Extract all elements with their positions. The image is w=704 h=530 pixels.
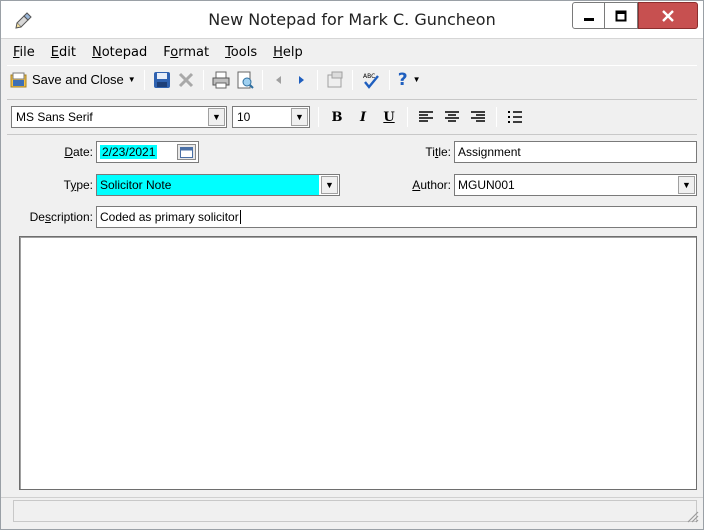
- toolbar-separator: [143, 69, 145, 90]
- help-question-icon: ?: [397, 69, 408, 90]
- align-right-icon: [471, 111, 485, 122]
- previous-arrow-icon: [275, 75, 281, 84]
- author-dropdown[interactable]: MGUN001 ▼: [454, 174, 697, 196]
- save-button[interactable]: [150, 68, 174, 92]
- toolbar-separator: [318, 107, 319, 127]
- description-label: Description:: [29, 210, 93, 224]
- print-icon: [212, 71, 230, 88]
- close-icon: [662, 9, 674, 22]
- save-and-close-button[interactable]: Save and Close ▼: [7, 68, 139, 92]
- save-close-icon: [10, 72, 27, 87]
- delete-button[interactable]: [174, 68, 198, 92]
- next-arrow-icon: [298, 75, 304, 84]
- type-value: Solicitor Note: [97, 175, 319, 195]
- author-label: Author:: [412, 178, 451, 192]
- minimize-button[interactable]: [572, 2, 605, 29]
- toolbar-separator: [261, 69, 263, 90]
- toolbar-separator: [202, 69, 204, 90]
- bold-button[interactable]: B: [326, 106, 348, 128]
- underline-button[interactable]: U: [378, 106, 400, 128]
- previous-button[interactable]: [268, 68, 290, 92]
- toolbar-separator: [407, 107, 408, 127]
- title-label: Title:: [425, 145, 451, 159]
- menu-help[interactable]: Help: [265, 45, 311, 60]
- menu-notepad[interactable]: Notepad: [84, 45, 155, 60]
- spell-check-text: ABC: [363, 73, 375, 80]
- save-icon: [153, 71, 170, 88]
- menu-tools[interactable]: Tools: [217, 45, 265, 60]
- text-cursor: [239, 210, 241, 224]
- menu-edit[interactable]: Edit: [43, 45, 84, 60]
- chevron-down-icon[interactable]: ▼: [208, 108, 225, 126]
- align-right-button[interactable]: [467, 106, 489, 128]
- align-center-button[interactable]: [441, 106, 463, 128]
- bullet-list-icon: [508, 111, 522, 123]
- notepad-window: New Notepad for Mark C. Guncheon File Ed…: [0, 0, 704, 530]
- italic-button[interactable]: I: [352, 106, 374, 128]
- maximize-button[interactable]: [605, 2, 638, 29]
- author-value: MGUN001: [458, 178, 515, 192]
- resize-grip-icon[interactable]: [685, 509, 699, 523]
- type-dropdown[interactable]: Solicitor Note ▼: [96, 174, 340, 196]
- date-field[interactable]: 2/23/2021: [96, 141, 199, 163]
- help-button[interactable]: ? ▼: [395, 68, 424, 92]
- note-body-textarea[interactable]: [19, 236, 697, 490]
- font-size-value: 10: [237, 110, 251, 124]
- print-preview-button[interactable]: [233, 68, 257, 92]
- minimize-icon: [583, 17, 594, 21]
- properties-button[interactable]: [323, 68, 347, 92]
- delete-icon: [178, 72, 193, 87]
- print-button[interactable]: [209, 68, 233, 92]
- bullets-button[interactable]: [504, 106, 526, 128]
- font-size-combo[interactable]: 10 ▼: [232, 106, 310, 128]
- next-button[interactable]: [290, 68, 312, 92]
- font-name-combo[interactable]: MS Sans Serif ▼: [11, 106, 227, 128]
- title-field[interactable]: Assignment: [454, 141, 697, 163]
- print-preview-icon: [237, 71, 254, 89]
- chevron-down-icon[interactable]: ▼: [321, 176, 338, 194]
- align-left-button[interactable]: [415, 106, 437, 128]
- formatting-toolbar: MS Sans Serif ▼ 10 ▼ B I U: [7, 99, 697, 135]
- menu-format[interactable]: Format: [155, 45, 217, 60]
- description-value: Coded as primary solicitor: [100, 210, 239, 224]
- properties-icon: [327, 71, 343, 87]
- menu-bar: File Edit Notepad Format Tools Help: [7, 41, 311, 63]
- chevron-down-icon[interactable]: ▼: [678, 176, 695, 194]
- spell-check-button[interactable]: ABC: [358, 68, 384, 92]
- align-left-icon: [419, 111, 433, 122]
- status-bar: [1, 497, 703, 529]
- toolbar-separator: [496, 107, 497, 127]
- align-center-icon: [445, 111, 459, 122]
- chevron-down-icon[interactable]: ▼: [291, 108, 308, 126]
- standard-toolbar: Save and Close ▼ ABC ? ▼: [7, 65, 697, 93]
- calendar-glyph: [180, 146, 193, 158]
- toolbar-separator: [351, 69, 353, 90]
- calendar-icon[interactable]: [177, 144, 196, 160]
- font-name-value: MS Sans Serif: [16, 110, 93, 124]
- menu-file[interactable]: File: [7, 45, 43, 60]
- toolbar-separator: [388, 69, 390, 90]
- close-button[interactable]: [638, 2, 698, 29]
- maximize-icon: [615, 10, 627, 21]
- description-field[interactable]: Coded as primary solicitor: [96, 206, 697, 228]
- type-label: Type:: [63, 178, 93, 192]
- toolbar-separator: [316, 69, 318, 90]
- save-dropdown-icon[interactable]: ▼: [128, 75, 136, 84]
- title-bar[interactable]: New Notepad for Mark C. Guncheon: [1, 1, 703, 39]
- help-dropdown-icon[interactable]: ▼: [413, 75, 421, 84]
- date-label: Date:: [64, 145, 93, 159]
- title-value: Assignment: [458, 145, 521, 159]
- status-pane: [13, 500, 697, 522]
- save-and-close-label: Save and Close: [32, 72, 124, 87]
- date-value: 2/23/2021: [100, 145, 158, 159]
- spell-check-icon: ABC: [363, 73, 379, 89]
